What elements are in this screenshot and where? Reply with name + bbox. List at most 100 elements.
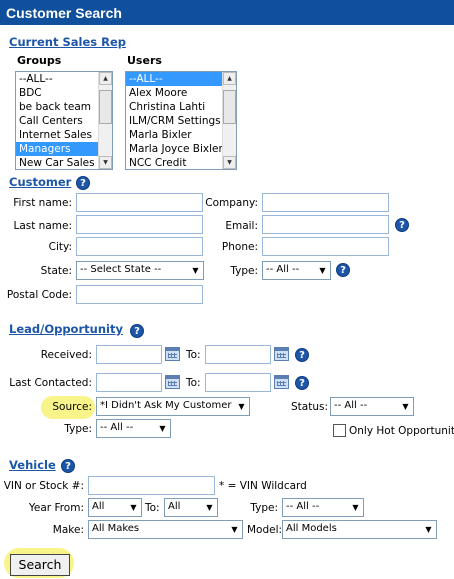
user-list-item[interactable]: NCC Credit [126, 156, 236, 169]
hot-opportunities-checkbox[interactable] [333, 424, 346, 437]
city-label: City: [48, 241, 72, 253]
received-from-input[interactable] [96, 345, 162, 364]
users-label: Users [127, 54, 162, 67]
postal-code-input[interactable] [76, 285, 203, 304]
email-label: Email: [225, 220, 258, 232]
help-icon[interactable]: ? [61, 459, 75, 473]
year-from-value: All [92, 501, 105, 512]
model-label: Model: [247, 524, 283, 536]
company-label: Company: [205, 197, 258, 209]
city-input[interactable] [76, 237, 203, 256]
received-label: Received: [40, 349, 92, 361]
user-list-item[interactable]: Christina Lahti [126, 100, 236, 114]
chevron-down-icon[interactable]: ▼ [202, 500, 216, 515]
customer-type-value: -- All -- [266, 264, 300, 275]
user-list-item[interactable]: Marla Joyce Bixler [126, 142, 236, 156]
help-icon[interactable]: ? [295, 376, 309, 390]
vehicle-type-label: Type: [250, 502, 278, 514]
chevron-down-icon[interactable]: ▼ [155, 421, 169, 436]
make-select[interactable]: All Makes ▼ [88, 520, 243, 539]
vin-input[interactable] [88, 476, 215, 495]
user-list-item[interactable]: ILM/CRM Settings [126, 114, 236, 128]
help-icon[interactable]: ? [76, 176, 90, 190]
help-icon[interactable]: ? [295, 348, 309, 362]
groups-listbox[interactable]: --ALL-- BDC be back team Call Centers Intern… [15, 71, 113, 170]
scroll-down-icon[interactable]: ▼ [99, 156, 112, 169]
help-icon[interactable]: ? [130, 324, 144, 338]
vin-label: VIN or Stock #: [3, 480, 84, 492]
postal-code-label: Postal Code: [6, 289, 72, 301]
make-label: Make: [52, 524, 84, 536]
window-title: Customer Search [0, 0, 454, 25]
calendar-icon[interactable] [274, 347, 289, 361]
first-name-label: First name: [13, 197, 72, 209]
year-from-select[interactable]: All ▼ [88, 498, 142, 517]
calendar-icon[interactable] [165, 375, 180, 389]
groups-scrollbar[interactable]: ▲ ▼ [98, 72, 112, 169]
year-to-value: All [168, 501, 181, 512]
source-label: Source: [52, 401, 92, 413]
chevron-down-icon[interactable]: ▼ [227, 522, 241, 537]
calendar-icon[interactable] [165, 347, 180, 361]
chevron-down-icon[interactable]: ▼ [234, 399, 248, 414]
last-contacted-label: Last Contacted: [9, 377, 92, 389]
year-from-label: Year From: [28, 502, 84, 514]
vehicle-type-select[interactable]: -- All -- ▼ [282, 498, 364, 517]
vin-wildcard-hint: * = VIN Wildcard [219, 480, 307, 492]
make-select-value: All Makes [92, 523, 140, 534]
lead-type-value: -- All -- [100, 422, 134, 433]
chevron-down-icon[interactable]: ▼ [315, 263, 329, 278]
lead-type-label: Type: [64, 423, 92, 435]
first-name-input[interactable] [76, 193, 203, 212]
source-select-value: *I Didn't Ask My Customer [100, 400, 232, 411]
help-icon[interactable]: ? [395, 218, 409, 232]
state-select[interactable]: -- Select State -- ▼ [76, 261, 204, 280]
groups-label: Groups [17, 54, 62, 67]
state-label: State: [40, 265, 72, 277]
section-current-sales-rep[interactable]: Current Sales Rep [9, 35, 126, 49]
hot-opportunities-label: Only Hot Opportunities [349, 425, 454, 437]
last-name-label: Last name: [13, 220, 72, 232]
email-input[interactable] [262, 215, 389, 234]
user-list-item[interactable]: Marla Bixler [126, 128, 236, 142]
users-scrollbar[interactable]: ▲ ▼ [222, 72, 236, 169]
scroll-thumb[interactable] [99, 90, 112, 124]
scroll-up-icon[interactable]: ▲ [99, 72, 112, 85]
model-select[interactable]: All Models ▼ [282, 520, 437, 539]
chevron-down-icon[interactable]: ▼ [421, 522, 435, 537]
search-button[interactable]: Search [10, 554, 70, 576]
status-select[interactable]: -- All -- ▼ [330, 397, 414, 416]
state-select-value: -- Select State -- [80, 264, 162, 275]
lead-type-select[interactable]: -- All -- ▼ [96, 419, 171, 438]
user-list-item[interactable]: Alex Moore [126, 86, 236, 100]
customer-type-select[interactable]: -- All -- ▼ [262, 261, 331, 280]
section-customer[interactable]: Customer [9, 175, 71, 189]
received-to-input[interactable] [205, 345, 271, 364]
status-select-value: -- All -- [334, 400, 368, 411]
help-icon[interactable]: ? [336, 263, 350, 277]
phone-label: Phone: [221, 241, 258, 253]
section-vehicle[interactable]: Vehicle [9, 458, 56, 472]
chevron-down-icon[interactable]: ▼ [348, 500, 362, 515]
status-label: Status: [291, 401, 328, 413]
year-to-select[interactable]: All ▼ [164, 498, 218, 517]
calendar-icon[interactable] [274, 375, 289, 389]
section-lead-opportunity[interactable]: Lead/Opportunity [9, 322, 123, 336]
last-contacted-to-label: To: [186, 377, 201, 389]
scroll-down-icon[interactable]: ▼ [223, 156, 236, 169]
phone-input[interactable] [262, 237, 389, 256]
last-contacted-from-input[interactable] [96, 373, 162, 392]
users-listbox[interactable]: --ALL-- Alex Moore Christina Lahti ILM/CRM … [125, 71, 237, 170]
chevron-down-icon[interactable]: ▼ [126, 500, 140, 515]
scroll-up-icon[interactable]: ▲ [223, 72, 236, 85]
year-to-label: To: [145, 502, 160, 514]
user-list-item[interactable]: --ALL-- [126, 72, 236, 86]
last-name-input[interactable] [76, 215, 203, 234]
scroll-thumb[interactable] [223, 90, 236, 124]
model-select-value: All Models [286, 523, 337, 534]
last-contacted-to-input[interactable] [205, 373, 271, 392]
company-input[interactable] [262, 193, 389, 212]
source-select[interactable]: *I Didn't Ask My Customer ▼ [96, 397, 250, 416]
type-label: Type: [230, 265, 258, 277]
chevron-down-icon[interactable]: ▼ [398, 399, 412, 414]
